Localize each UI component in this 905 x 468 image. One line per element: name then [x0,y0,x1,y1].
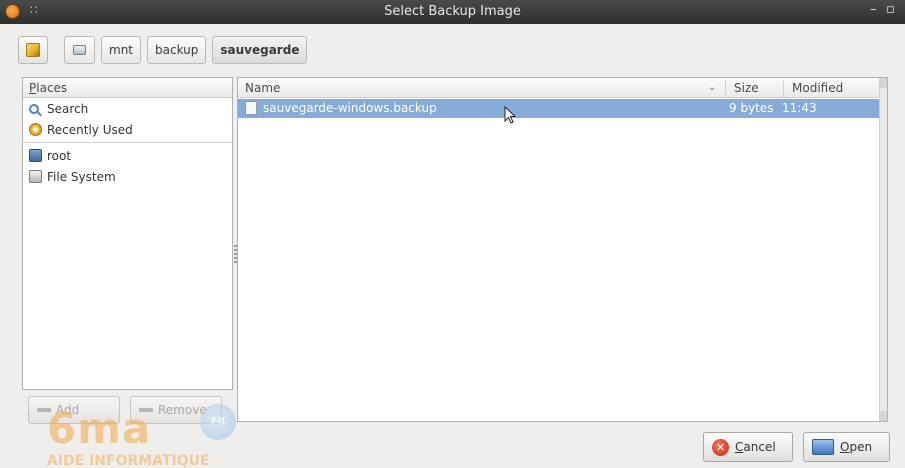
column-modified[interactable]: Modified [792,81,843,95]
watermark-tagline: AIDE INFORMATIQUE [47,453,210,468]
column-divider[interactable] [783,80,784,96]
drive-icon [29,170,42,183]
file-list: Name ⌄ Size Modified sauvegarde-windows.… [237,77,888,422]
file-size: 9 bytes [729,101,774,115]
minimize-icon[interactable]: – [870,2,877,17]
place-recently-used[interactable]: Recently Used [23,119,232,140]
file-modified: 11:43 [782,101,817,115]
cancel-icon: ✕ [712,438,729,456]
file-list-header: Name ⌄ Size Modified [238,78,881,98]
add-bookmark-label: Add [56,403,80,417]
remove-bookmark-button[interactable]: Remove [130,396,222,424]
crumb-sauvegarde[interactable]: sauvegarde [212,36,308,64]
search-icon [29,103,39,114]
place-label: root [47,148,72,163]
edit-location-button[interactable] [18,36,48,64]
open-label: Open [840,440,872,454]
open-label-rest: pen [849,440,873,454]
column-name[interactable]: Name [245,81,280,95]
path-bar: mnt backup sauvegarde [18,36,308,64]
recent-icon [29,123,42,136]
place-file-system[interactable]: File System [23,166,232,187]
place-label: Recently Used [47,122,133,137]
scroll-down-icon[interactable] [880,411,887,421]
column-divider[interactable] [725,80,726,96]
mouse-pointer-icon [504,105,518,129]
places-header[interactable]: Places [23,78,232,98]
crumb-backup[interactable]: backup [147,36,207,64]
crumb-mnt[interactable]: mnt [101,36,141,64]
cancel-label-rest: ancel [743,440,776,454]
home-folder-icon [29,149,42,162]
places-header-label: laces [36,81,68,95]
scroll-up-icon[interactable] [880,78,887,88]
cancel-label: Cancel [735,440,776,454]
add-bookmark-button[interactable]: Add [28,396,120,424]
drive-icon [73,45,86,55]
places-pane: Places Search Recently Used root File Sy… [22,77,233,390]
place-label: File System [47,169,116,184]
title-bar: ∷ Select Backup Image – ▫ [0,0,905,24]
cancel-button[interactable]: ✕ Cancel [703,432,793,462]
open-button[interactable]: Open [803,432,890,462]
window-title: Select Backup Image [384,4,521,19]
places-divider [23,142,232,143]
place-root[interactable]: root [23,145,232,166]
chevron-down-icon[interactable]: ⌄ [708,82,716,93]
column-size[interactable]: Size [734,81,759,95]
vertical-scrollbar[interactable] [879,78,887,421]
folder-open-icon [812,439,834,455]
crumb-filesystem-root[interactable] [64,36,95,64]
file-icon [245,101,257,115]
file-row[interactable]: sauvegarde-windows.backup 9 bytes 11:43 [238,99,881,118]
place-search[interactable]: Search [23,98,232,119]
pencil-icon [26,43,40,57]
add-icon [37,408,51,412]
place-label: Search [47,101,89,116]
remove-bookmark-label: Remove [158,403,207,417]
remove-icon [139,408,153,412]
file-name: sauvegarde-windows.backup [263,101,437,115]
maximize-icon[interactable]: ▫ [886,2,895,17]
